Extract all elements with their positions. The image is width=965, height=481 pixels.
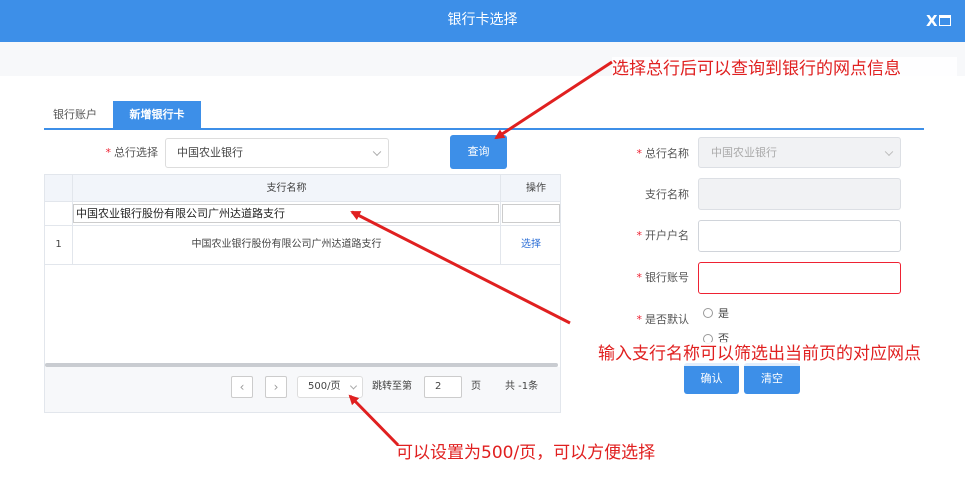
annotation-arrows — [348, 60, 613, 447]
arrow-to-page-size — [348, 394, 400, 447]
arrow-to-query-button — [494, 60, 613, 140]
arrow-to-filter-input — [350, 210, 571, 325]
page-fragment — [44, 473, 164, 481]
